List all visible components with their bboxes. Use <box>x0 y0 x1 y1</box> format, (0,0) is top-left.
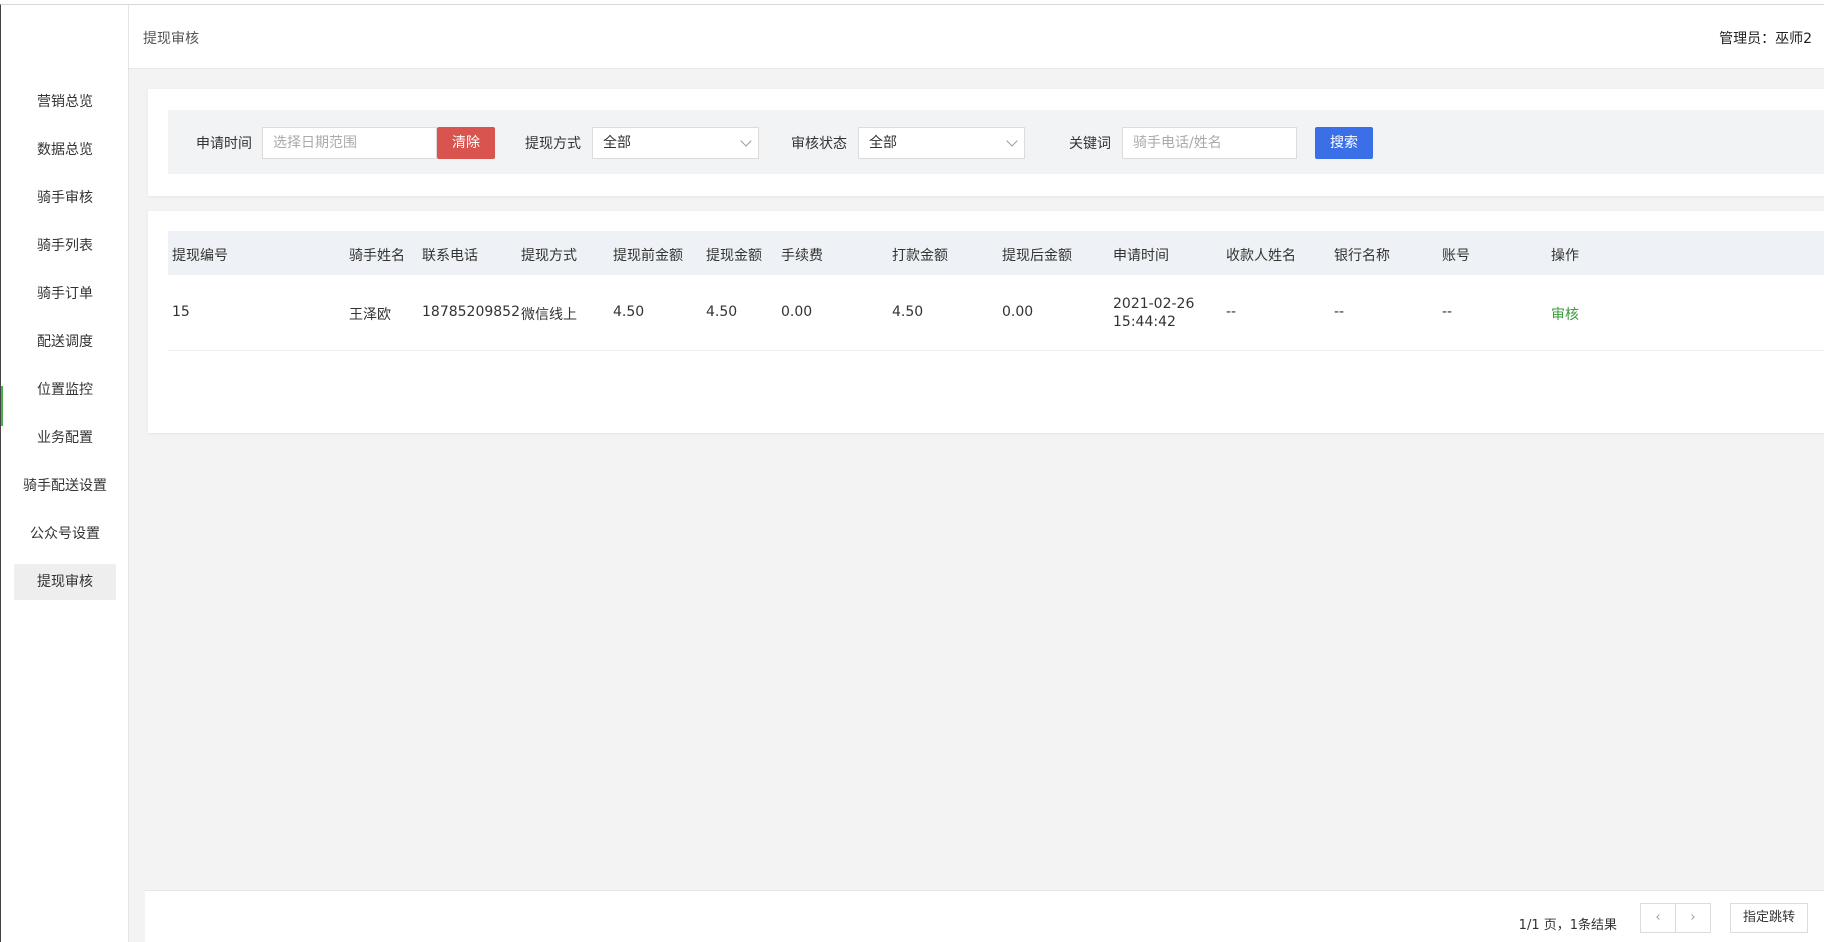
search-button[interactable]: 搜索 <box>1315 127 1373 159</box>
sidebar-item-rider-orders[interactable]: 骑手订单 <box>14 276 116 312</box>
column-header: 操作 <box>1551 248 1579 264</box>
next-page-button[interactable]: › <box>1675 903 1711 933</box>
cell-amount-after: 0.00 <box>1002 304 1034 320</box>
filter-bar: 申请时间 选择日期范围 清除 提现方式 全部 审核状态 全部 关键词 骑手电话/… <box>168 110 1824 174</box>
column-header: 收款人姓名 <box>1226 248 1296 264</box>
page-info: 1/1 页，1条结果 <box>1518 918 1617 933</box>
cell-amount: 4.50 <box>706 304 738 320</box>
cell-method: 微信线上 <box>521 307 577 323</box>
filter-panel: 申请时间 选择日期范围 清除 提现方式 全部 审核状态 全部 关键词 骑手电话/… <box>148 89 1824 196</box>
sidebar-item-marketing-overview[interactable]: 营销总览 <box>14 84 116 120</box>
app-window: 营销总览 数据总览 骑手审核 骑手列表 骑手订单 配送调度 位置监控 业务配置 … <box>0 4 1824 942</box>
admin-user-label: 管理员：巫师2 <box>1719 31 1812 47</box>
cell-rider-name: 王泽欧 <box>349 307 391 323</box>
table-row: 15 王泽欧 18785209852 微信线上 4.50 4.50 0.00 4… <box>168 275 1824 351</box>
sidebar-item-location-monitor[interactable]: 位置监控 <box>14 372 116 408</box>
chevron-right-icon: › <box>1690 910 1696 925</box>
sidebar-item-rider-delivery-settings[interactable]: 骑手配送设置 <box>14 468 116 504</box>
cell-apply-time: 2021-02-26 15:44:42 <box>1113 295 1194 331</box>
column-header: 银行名称 <box>1334 248 1390 264</box>
table-header: 提现编号 骑手姓名 联系电话 提现方式 提现前金额 提现金额 手续费 打款金额 … <box>168 231 1824 275</box>
chevron-down-icon <box>1006 135 1018 147</box>
column-header: 提现编号 <box>172 248 228 264</box>
cell-fee: 0.00 <box>781 304 813 320</box>
sidebar: 营销总览 数据总览 骑手审核 骑手列表 骑手订单 配送调度 位置监控 业务配置 … <box>1 5 129 942</box>
sidebar-item-rider-list[interactable]: 骑手列表 <box>14 228 116 264</box>
keyword-input[interactable]: 骑手电话/姓名 <box>1122 127 1297 159</box>
column-header: 提现后金额 <box>1002 248 1072 264</box>
cell-id: 15 <box>172 304 190 320</box>
clear-button[interactable]: 清除 <box>437 127 495 159</box>
apply-time-label: 申请时间 <box>196 136 252 152</box>
cell-payee: -- <box>1226 304 1237 320</box>
column-header: 联系电话 <box>422 248 478 264</box>
chevron-down-icon <box>740 135 752 147</box>
cell-apply-date: 2021-02-26 <box>1113 296 1195 312</box>
keyword-label: 关键词 <box>1069 136 1111 152</box>
page-title: 提现审核 <box>143 31 199 47</box>
date-range-input[interactable]: 选择日期范围 <box>262 127 437 159</box>
sidebar-item-rider-review[interactable]: 骑手审核 <box>14 180 116 216</box>
withdraw-method-value: 全部 <box>603 135 631 151</box>
prev-page-button[interactable]: ‹ <box>1640 903 1676 933</box>
review-status-value: 全部 <box>869 135 897 151</box>
column-header: 提现前金额 <box>613 248 683 264</box>
sidebar-accent-bar <box>1 386 3 426</box>
cell-account: -- <box>1442 304 1453 320</box>
review-status-select[interactable]: 全部 <box>858 127 1025 159</box>
sidebar-item-dispatch[interactable]: 配送调度 <box>14 324 116 360</box>
cell-paid-amount: 4.50 <box>892 304 924 320</box>
sidebar-item-business-config[interactable]: 业务配置 <box>14 420 116 456</box>
cell-phone: 18785209852 <box>422 304 520 320</box>
withdraw-method-select[interactable]: 全部 <box>592 127 759 159</box>
column-header: 申请时间 <box>1113 248 1169 264</box>
column-header: 提现方式 <box>521 248 577 264</box>
column-header: 账号 <box>1442 248 1470 264</box>
column-header: 提现金额 <box>706 248 762 264</box>
cell-apply-clock: 15:44:42 <box>1113 314 1176 330</box>
chevron-left-icon: ‹ <box>1655 910 1661 925</box>
cell-bank: -- <box>1334 304 1345 320</box>
review-status-label: 审核状态 <box>791 136 847 152</box>
withdraw-method-label: 提现方式 <box>525 136 581 152</box>
review-link[interactable]: 审核 <box>1551 304 1579 324</box>
jump-page-button[interactable]: 指定跳转 <box>1730 903 1808 933</box>
withdrawal-table: 提现编号 骑手姓名 联系电话 提现方式 提现前金额 提现金额 手续费 打款金额 … <box>148 211 1824 433</box>
cell-amount-before: 4.50 <box>613 304 645 320</box>
column-header: 手续费 <box>781 248 823 264</box>
column-header: 骑手姓名 <box>349 248 405 264</box>
pagination-footer: 1/1 页，1条结果 ‹ › 指定跳转 <box>145 890 1824 942</box>
top-header: 提现审核 管理员：巫师2 <box>129 5 1824 69</box>
sidebar-item-data-overview[interactable]: 数据总览 <box>14 132 116 168</box>
column-header: 打款金额 <box>892 248 948 264</box>
sidebar-item-official-account-settings[interactable]: 公众号设置 <box>14 516 116 552</box>
sidebar-item-withdrawal-review[interactable]: 提现审核 <box>14 564 116 600</box>
